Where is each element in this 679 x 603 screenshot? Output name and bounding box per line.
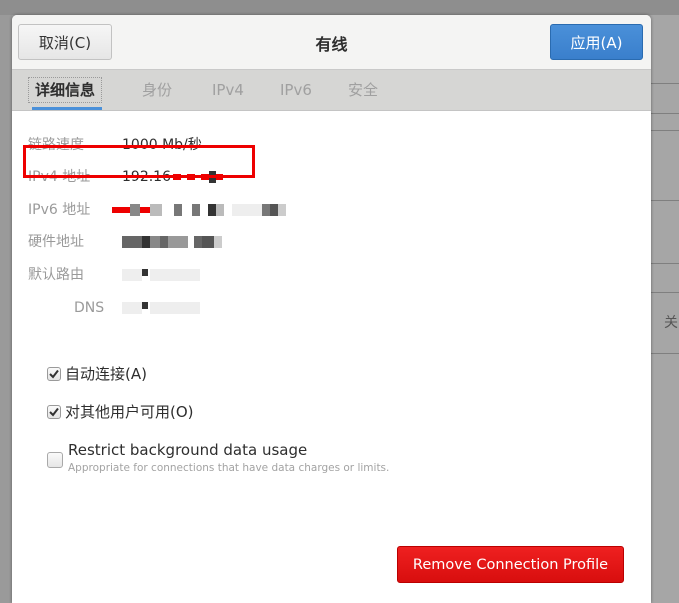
dns-value-redacted xyxy=(122,298,200,318)
hardware-address-label: 硬件地址 xyxy=(28,234,84,250)
background-left xyxy=(0,15,12,603)
dialog-header: 取消(C) 有线 应用(A) xyxy=(12,15,651,70)
restrict-background-label: Restrict background data usage xyxy=(68,441,308,459)
ipv6-value-redacted xyxy=(112,200,286,220)
available-all-users-option[interactable]: 对其他用户可用(O) xyxy=(47,401,194,422)
hardware-address-value-redacted xyxy=(122,232,222,252)
ipv4-highlight-box xyxy=(23,145,255,178)
background-partial-text: 关 xyxy=(664,315,678,331)
remove-connection-profile-button[interactable]: Remove Connection Profile xyxy=(397,546,624,583)
active-tab-indicator xyxy=(32,107,102,110)
tab-details[interactable]: 详细信息 xyxy=(28,77,103,103)
available-all-users-checkbox[interactable] xyxy=(47,404,61,419)
default-route-row: 默认路由 xyxy=(12,265,651,285)
checkmark-icon xyxy=(49,407,59,417)
auto-connect-label: 自动连接(A) xyxy=(65,365,147,383)
background-panel xyxy=(651,15,679,603)
tab-ipv6[interactable]: IPv6 xyxy=(280,78,312,102)
apply-button[interactable]: 应用(A) xyxy=(550,24,643,60)
tab-ipv4[interactable]: IPv4 xyxy=(212,78,244,102)
tab-bar: 详细信息 身份 IPv4 IPv6 安全 xyxy=(12,70,651,111)
background-divider xyxy=(651,130,679,131)
hardware-address-row: 硬件地址 xyxy=(12,232,651,252)
background-divider xyxy=(651,200,679,201)
background-divider xyxy=(651,353,679,354)
tab-identity[interactable]: 身份 xyxy=(142,78,172,102)
background-divider xyxy=(651,292,679,293)
background-top xyxy=(0,0,679,15)
tab-security[interactable]: 安全 xyxy=(348,78,378,102)
restrict-background-checkbox[interactable] xyxy=(47,452,63,468)
ipv6-label: IPv6 地址 xyxy=(28,202,91,218)
background-divider xyxy=(651,113,679,114)
default-route-value-redacted xyxy=(122,265,200,285)
ipv6-row: IPv6 地址 xyxy=(12,200,651,220)
wired-settings-dialog: 取消(C) 有线 应用(A) 详细信息 身份 IPv4 IPv6 安全 链路速度… xyxy=(12,15,651,603)
auto-connect-option[interactable]: 自动连接(A) xyxy=(47,363,147,384)
restrict-background-description: Appropriate for connections that have da… xyxy=(68,462,390,474)
dns-label: DNS xyxy=(74,300,105,316)
available-all-users-label: 对其他用户可用(O) xyxy=(65,403,194,421)
dns-row: DNS xyxy=(12,298,651,318)
background-divider xyxy=(651,83,679,84)
default-route-label: 默认路由 xyxy=(28,267,84,283)
auto-connect-checkbox[interactable] xyxy=(47,366,61,381)
checkmark-icon xyxy=(49,369,59,379)
background-divider xyxy=(651,263,679,264)
